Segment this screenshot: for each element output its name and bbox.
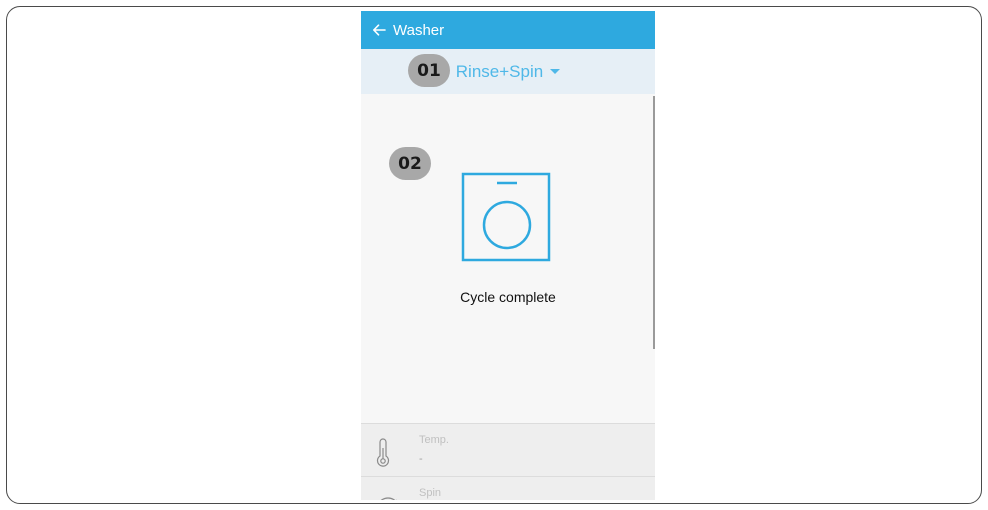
program-bar: Rinse+Spin bbox=[361, 49, 655, 94]
callout-badge-01: 01 bbox=[408, 54, 450, 87]
scrollbar[interactable] bbox=[653, 96, 655, 349]
temp-setting-row[interactable]: Temp. - bbox=[361, 423, 655, 476]
program-label: Rinse+Spin bbox=[455, 61, 544, 81]
temp-label: Temp. bbox=[419, 434, 449, 446]
spin-icon bbox=[380, 497, 397, 500]
app-bar: Washer bbox=[361, 11, 655, 49]
temp-value: - bbox=[419, 453, 423, 465]
phone-screen: Washer Rinse+Spin Cycle complete Temp. -… bbox=[361, 11, 655, 500]
page-title: Washer bbox=[393, 21, 445, 39]
program-dropdown[interactable]: Rinse+Spin bbox=[455, 61, 561, 82]
spin-label: Spin bbox=[419, 487, 442, 499]
spin-setting-row[interactable]: Spin bbox=[361, 476, 655, 500]
callout-badge-02: 02 bbox=[389, 147, 431, 180]
arrow-left-icon[interactable] bbox=[365, 11, 393, 49]
washing-machine-icon bbox=[461, 172, 551, 262]
cycle-status-text: Cycle complete bbox=[460, 289, 556, 305]
status-panel: Cycle complete bbox=[361, 94, 655, 423]
caret-down-icon bbox=[550, 69, 561, 74]
thermometer-icon bbox=[376, 438, 390, 467]
